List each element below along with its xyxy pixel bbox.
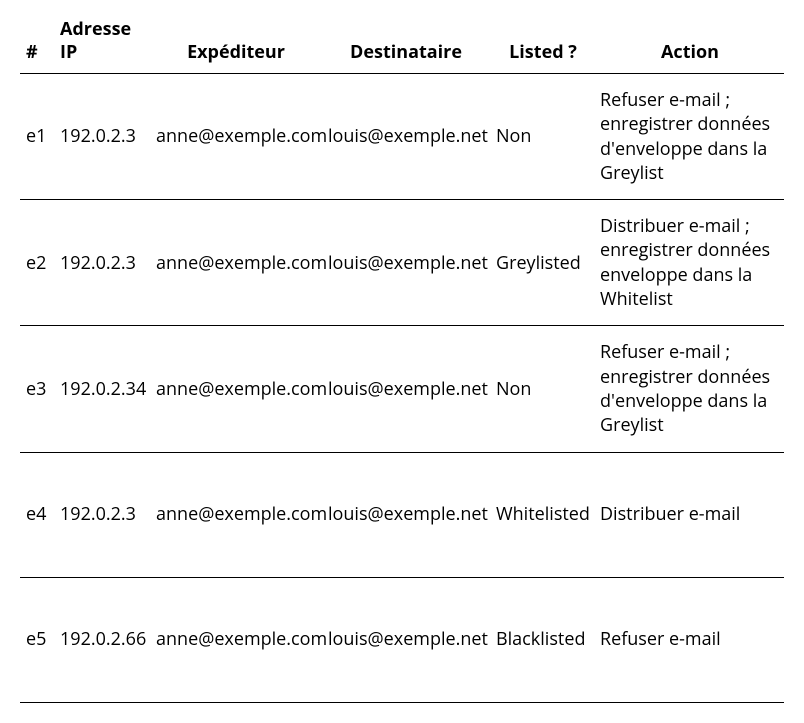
cell-to: louis@exemple.net bbox=[322, 74, 490, 200]
cell-from: anne@exemple.com bbox=[150, 74, 322, 200]
cell-ip: 192.0.2.34 bbox=[54, 326, 150, 452]
cell-num: e1 bbox=[20, 74, 54, 200]
cell-listed: Greylisted bbox=[490, 200, 596, 326]
col-header-listed: Listed ? bbox=[490, 14, 596, 74]
cell-to: louis@exemple.net bbox=[322, 200, 490, 326]
col-header-ip: Adresse IP bbox=[54, 14, 150, 74]
cell-num: e5 bbox=[20, 577, 54, 702]
cell-ip: 192.0.2.3 bbox=[54, 200, 150, 326]
cell-to: louis@exemple.net bbox=[322, 326, 490, 452]
col-header-num: # bbox=[20, 14, 54, 74]
cell-listed: Non bbox=[490, 326, 596, 452]
greylist-table: # Adresse IP Expéditeur Destinataire Lis… bbox=[20, 14, 784, 703]
cell-listed: Whitelisted bbox=[490, 452, 596, 577]
col-header-action: Action bbox=[596, 14, 784, 74]
cell-from: anne@exemple.com bbox=[150, 452, 322, 577]
table-row: e4 192.0.2.3 anne@exemple.com louis@exem… bbox=[20, 452, 784, 577]
cell-action: Distribuer e-mail bbox=[596, 452, 784, 577]
cell-action: Refuser e-mail bbox=[596, 577, 784, 702]
cell-from: anne@exemple.com bbox=[150, 200, 322, 326]
cell-ip: 192.0.2.3 bbox=[54, 74, 150, 200]
cell-action: Refuser e-mail ; enregistrer données d'e… bbox=[596, 74, 784, 200]
cell-listed: Blacklisted bbox=[490, 577, 596, 702]
table-row: e3 192.0.2.34 anne@exemple.com louis@exe… bbox=[20, 326, 784, 452]
cell-ip: 192.0.2.3 bbox=[54, 452, 150, 577]
cell-to: louis@exemple.net bbox=[322, 452, 490, 577]
cell-listed: Non bbox=[490, 74, 596, 200]
cell-from: anne@exemple.com bbox=[150, 326, 322, 452]
cell-num: e3 bbox=[20, 326, 54, 452]
col-header-from: Expéditeur bbox=[150, 14, 322, 74]
col-header-to: Destinataire bbox=[322, 14, 490, 74]
cell-from: anne@exemple.com bbox=[150, 577, 322, 702]
table-row: e5 192.0.2.66 anne@exemple.com louis@exe… bbox=[20, 577, 784, 702]
cell-to: louis@exemple.net bbox=[322, 577, 490, 702]
cell-num: e4 bbox=[20, 452, 54, 577]
cell-num: e2 bbox=[20, 200, 54, 326]
cell-action: Refuser e-mail ; enregistrer données d'e… bbox=[596, 326, 784, 452]
table-header-row: # Adresse IP Expéditeur Destinataire Lis… bbox=[20, 14, 784, 74]
table-row: e2 192.0.2.3 anne@exemple.com louis@exem… bbox=[20, 200, 784, 326]
table-row: e1 192.0.2.3 anne@exemple.com louis@exem… bbox=[20, 74, 784, 200]
cell-ip: 192.0.2.66 bbox=[54, 577, 150, 702]
cell-action: Distribuer e-mail ; enregistrer données … bbox=[596, 200, 784, 326]
